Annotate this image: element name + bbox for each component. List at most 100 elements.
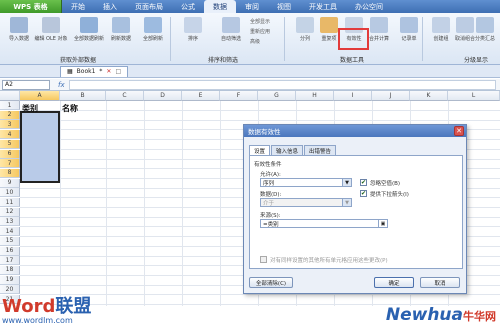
row-header-1[interactable]: 1 [0, 101, 20, 110]
close-icon[interactable]: ✕ [454, 126, 464, 136]
sort-button[interactable]: 排序 [176, 17, 210, 53]
reapply-item[interactable]: 重新应用 [250, 28, 270, 35]
row-header-15[interactable]: 15 [0, 236, 20, 246]
select-all-corner[interactable] [0, 91, 20, 101]
fx-icon[interactable]: fx [58, 81, 65, 89]
grid-line [20, 110, 500, 111]
row-header-18[interactable]: 18 [0, 265, 20, 275]
tab-developer[interactable]: 开发工具 [300, 0, 346, 13]
row-header-6[interactable]: 6 [0, 149, 20, 159]
row-header-12[interactable]: 12 [0, 207, 20, 217]
group-label-external-data: 获取外部数据 [60, 57, 97, 64]
ole-edit-button[interactable]: 编辑 OLE 对象 [34, 17, 68, 53]
group-separator [284, 17, 285, 61]
column-header-g[interactable]: G [258, 91, 296, 101]
ole-edit-icon [42, 17, 60, 33]
chevron-down-icon: ▼ [342, 199, 351, 206]
group-separator [422, 17, 423, 61]
column-header-d[interactable]: D [144, 91, 182, 101]
column-header-f[interactable]: F [220, 91, 258, 101]
column-header-b[interactable]: B [60, 91, 106, 101]
close-tab-icon[interactable]: ✕ [106, 68, 111, 75]
column-header-i[interactable]: I [334, 91, 372, 101]
row-header-11[interactable]: 11 [0, 198, 20, 207]
refresh-data-button[interactable]: 刷新数据 [104, 17, 138, 53]
data-label: 数据(D): [260, 192, 282, 198]
row-header-17[interactable]: 17 [0, 256, 20, 266]
consolidate-button[interactable]: 合并计算 [362, 17, 396, 53]
record-form-button[interactable]: 记录单 [392, 17, 426, 53]
dialog-tabs: 设置 输入信息 出错警告 [249, 145, 337, 155]
tab-formulas[interactable]: 公式 [172, 0, 204, 13]
dropdown-checkbox[interactable]: ✔ [360, 190, 367, 197]
duplicates-icon [320, 17, 338, 33]
ok-button[interactable]: 确定 [374, 277, 414, 288]
row-header-10[interactable]: 10 [0, 188, 20, 198]
group-label-sort-filter: 排序和筛选 [208, 57, 239, 64]
import-data-button[interactable]: 导入数据 [2, 17, 36, 53]
menu-bar: WPS 表格 开始 插入 页面布局 公式 数据 审阅 视图 开发工具 办公空间 [0, 0, 500, 13]
allow-label: 允许(A): [260, 172, 281, 178]
tab-view[interactable]: 视图 [268, 0, 300, 13]
column-header-l[interactable]: L [448, 91, 500, 101]
document-tab-bar: ▦ Book1 * ✕ □ [0, 65, 500, 78]
tab-review[interactable]: 审阅 [236, 0, 268, 13]
advanced-item[interactable]: 高级 [250, 38, 260, 45]
subtotal-button[interactable]: 分类汇总 [470, 17, 500, 53]
tab-home[interactable]: 开始 [62, 0, 94, 13]
sort-icon [184, 17, 202, 33]
dialog-title-bar[interactable]: 数据有效性 ✕ [244, 125, 466, 137]
formula-input[interactable] [68, 79, 496, 90]
grid-line [20, 294, 500, 296]
dropdown-label: 提供下拉箭头(I) [370, 192, 409, 198]
row-header-9[interactable]: 9 [0, 178, 20, 188]
column-header-a[interactable]: A [20, 91, 60, 101]
wordlm-watermark: Word联盟 www.wordlm.com [2, 296, 92, 325]
row-header-8[interactable]: 8 [0, 168, 20, 178]
show-all-item[interactable]: 全部显示 [250, 18, 270, 25]
column-header-c[interactable]: C [106, 91, 144, 101]
column-header-e[interactable]: E [182, 91, 220, 101]
dialog-title: 数据有效性 [248, 128, 281, 136]
selected-range[interactable] [20, 111, 60, 183]
row-header-5[interactable]: 5 [0, 139, 20, 149]
refresh-all-button[interactable]: 全部刷新 [136, 17, 170, 53]
tab-data[interactable]: 数据 [204, 0, 236, 13]
apply-all-checkbox[interactable] [260, 256, 267, 263]
name-box[interactable]: A2 [2, 79, 50, 90]
app-menu-button[interactable]: WPS 表格 [0, 0, 62, 13]
clear-all-button[interactable]: 全部清除(C) [249, 277, 293, 288]
tab-settings[interactable]: 设置 [249, 145, 271, 155]
cell-b1[interactable]: 名称 [62, 103, 78, 114]
validation-criteria-heading: 有效性条件 [254, 162, 282, 168]
column-header-k[interactable]: K [410, 91, 448, 101]
data-select[interactable]: 介于 ▼ [260, 198, 352, 207]
new-tab-icon[interactable]: □ [115, 68, 121, 75]
row-header-14[interactable]: 14 [0, 227, 20, 237]
row-header-4[interactable]: 4 [0, 130, 20, 140]
tab-page-layout[interactable]: 页面布局 [126, 0, 172, 13]
formula-bar: A2 fx [0, 79, 500, 91]
tab-office-space[interactable]: 办公空间 [346, 0, 392, 13]
cell-a1[interactable]: 类别 [22, 103, 38, 114]
auto-filter-button[interactable]: 自动筛选 [214, 17, 248, 53]
document-tab[interactable]: ▦ Book1 * ✕ □ [60, 65, 129, 77]
ribbon: 导入数据 编辑 OLE 对象 全部数据刷新 刷新数据 全部刷新 排序 自动筛选 … [0, 13, 500, 65]
allow-select[interactable]: 序列 ▼ [260, 178, 352, 187]
tab-insert[interactable]: 插入 [94, 0, 126, 13]
row-header-19[interactable]: 19 [0, 275, 20, 285]
row-header-16[interactable]: 16 [0, 246, 20, 256]
row-header-3[interactable]: 3 [0, 120, 20, 130]
cancel-button[interactable]: 取消 [420, 277, 460, 288]
source-input[interactable]: =类别 ▣ [260, 219, 388, 228]
tab-input-message[interactable]: 输入信息 [271, 145, 304, 155]
ignore-blank-checkbox[interactable]: ✔ [360, 179, 367, 186]
column-header-j[interactable]: J [372, 91, 410, 101]
refresh-all-data-button[interactable]: 全部数据刷新 [72, 17, 106, 53]
row-header-13[interactable]: 13 [0, 217, 20, 227]
row-header-7[interactable]: 7 [0, 159, 20, 169]
collapse-dialog-icon[interactable]: ▣ [378, 220, 387, 227]
tab-error-alert[interactable]: 出错警告 [304, 145, 337, 155]
row-header-2[interactable]: 2 [0, 110, 20, 120]
column-header-h[interactable]: H [296, 91, 334, 101]
